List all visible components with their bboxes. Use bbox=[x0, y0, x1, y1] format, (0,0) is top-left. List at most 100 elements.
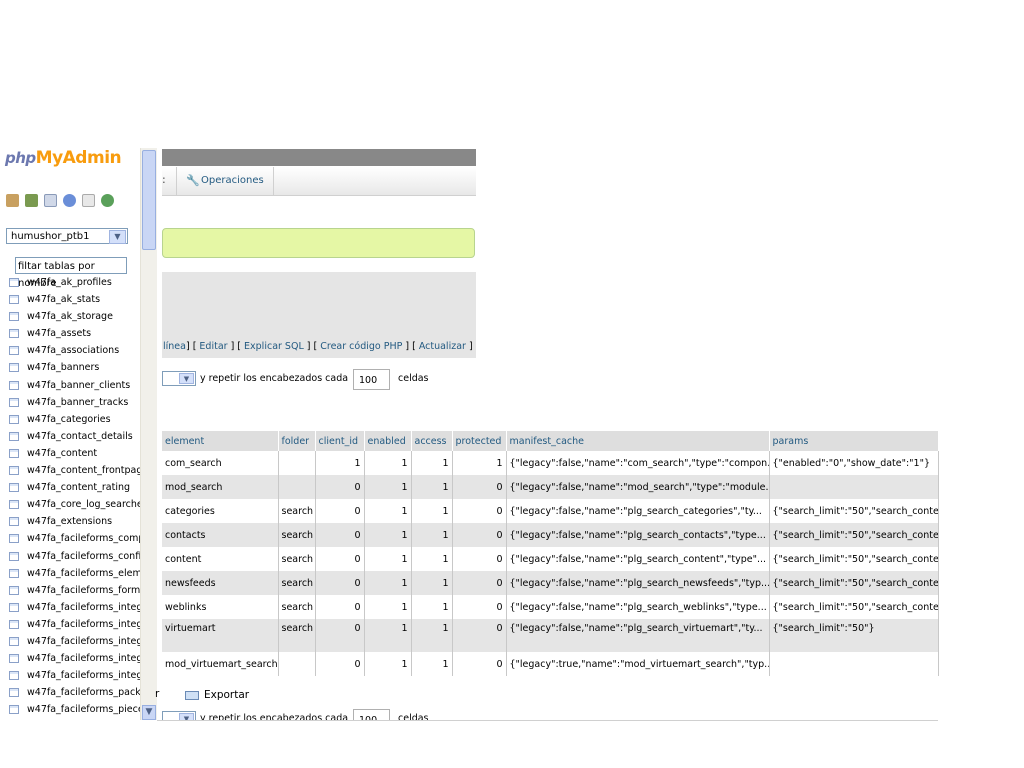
table-icon[interactable] bbox=[9, 483, 19, 493]
table-list-item[interactable]: w47fa_facileforms_integ bbox=[0, 650, 140, 667]
table-icon[interactable] bbox=[9, 671, 19, 681]
column-header-client-id[interactable]: client_id bbox=[315, 431, 365, 451]
phpmyadmin-logo[interactable]: phpMyAdmin bbox=[5, 148, 122, 168]
table-icon[interactable] bbox=[9, 636, 19, 646]
table-row[interactable]: weblinks search 0 1 1 0 {"legacy":false,"name"… bbox=[162, 595, 939, 619]
table-name-link[interactable]: w47fa_ak_storage bbox=[27, 308, 113, 325]
table-list-item[interactable]: w47fa_content bbox=[0, 445, 140, 462]
scrollbar-thumb[interactable] bbox=[142, 150, 156, 250]
table-icon[interactable] bbox=[9, 397, 19, 407]
table-row[interactable]: newsfeeds search 0 1 1 0 {"legacy":false,"name… bbox=[162, 571, 939, 595]
table-icon[interactable] bbox=[9, 517, 19, 527]
table-name-link[interactable]: w47fa_ak_profiles bbox=[27, 274, 112, 291]
inline-edit-link[interactable]: línea bbox=[163, 341, 186, 352]
table-name-link[interactable]: w47fa_facileforms_comp bbox=[27, 530, 140, 547]
column-header-protected[interactable]: protected bbox=[452, 431, 507, 451]
table-icon[interactable] bbox=[9, 431, 19, 441]
table-name-link[interactable]: w47fa_facileforms_elem bbox=[27, 565, 140, 582]
table-row[interactable]: contacts search 0 1 1 0 {"legacy":false,"name"… bbox=[162, 523, 939, 547]
table-icon[interactable] bbox=[9, 278, 19, 287]
table-icon[interactable] bbox=[9, 602, 19, 612]
table-list-item[interactable]: w47fa_facileforms_elem bbox=[0, 565, 140, 582]
tab-fragment[interactable]: : bbox=[162, 173, 166, 186]
navigation-scrollbar[interactable]: ▼ bbox=[140, 148, 157, 720]
docs-icon[interactable] bbox=[82, 194, 95, 207]
table-name-link[interactable]: w47fa_extensions bbox=[27, 513, 112, 530]
query-window-icon[interactable] bbox=[44, 194, 57, 207]
help-icon[interactable] bbox=[63, 194, 76, 207]
table-name-link[interactable]: w47fa_facileforms_integ bbox=[27, 650, 140, 667]
table-list-item[interactable]: w47fa_facileforms_comp bbox=[0, 530, 140, 547]
table-icon[interactable] bbox=[9, 500, 19, 510]
table-list-item[interactable]: w47fa_facileforms_integ bbox=[0, 667, 140, 684]
table-list-item[interactable]: w47fa_ak_storage bbox=[0, 308, 140, 325]
table-name-link[interactable]: w47fa_associations bbox=[27, 342, 119, 359]
chevron-down-icon[interactable]: ▼ bbox=[109, 230, 126, 244]
table-row[interactable]: categories search 0 1 1 0 {"legacy":false,"nam… bbox=[162, 499, 939, 523]
table-icon[interactable] bbox=[9, 551, 19, 561]
table-row[interactable]: mod_virtuemart_search 0 1 1 0 {"legacy":true,… bbox=[162, 652, 939, 676]
table-row[interactable]: content search 0 1 1 0 {"legacy":false,"name":… bbox=[162, 547, 939, 571]
table-name-link[interactable]: w47fa_banners bbox=[27, 359, 99, 376]
table-name-link[interactable]: w47fa_categories bbox=[27, 411, 111, 428]
table-name-link[interactable]: w47fa_facileforms_pack bbox=[27, 684, 140, 701]
table-list-item[interactable]: w47fa_ak_profiles bbox=[0, 274, 140, 291]
table-list-item[interactable]: w47fa_ak_stats bbox=[0, 291, 140, 308]
table-list-item[interactable]: w47fa_core_log_searche bbox=[0, 496, 140, 513]
table-icon[interactable] bbox=[9, 329, 19, 339]
edit-link[interactable]: Editar bbox=[199, 341, 227, 352]
create-php-code-link[interactable]: Crear código PHP bbox=[320, 341, 402, 352]
explain-sql-link[interactable]: Explicar SQL bbox=[244, 341, 304, 352]
display-mode-select[interactable]: ▼ bbox=[162, 371, 196, 386]
column-header-enabled[interactable]: enabled bbox=[364, 431, 412, 451]
table-row[interactable]: mod_search 0 1 1 0 {"legacy":false,"name":"mo… bbox=[162, 475, 939, 499]
reload-icon[interactable] bbox=[101, 194, 114, 207]
table-name-link[interactable]: w47fa_banner_tracks bbox=[27, 394, 128, 411]
table-name-link[interactable]: w47fa_content_frontpag bbox=[27, 462, 140, 479]
table-icon[interactable] bbox=[9, 312, 19, 322]
table-list-item[interactable]: w47fa_facileforms_pack bbox=[0, 684, 140, 701]
home-icon[interactable] bbox=[6, 194, 19, 207]
table-list-item[interactable]: w47fa_associations bbox=[0, 342, 140, 359]
table-icon[interactable] bbox=[9, 534, 19, 544]
table-icon[interactable] bbox=[9, 585, 19, 595]
table-list-item[interactable]: w47fa_facileforms_piece bbox=[0, 701, 140, 718]
table-icon[interactable] bbox=[9, 466, 19, 476]
exit-icon[interactable] bbox=[25, 194, 38, 207]
table-filter-input[interactable]: filtar tablas por nombre bbox=[15, 257, 127, 289]
column-header-access[interactable]: access bbox=[411, 431, 453, 451]
table-list-item[interactable]: w47fa_categories bbox=[0, 411, 140, 428]
chevron-down-icon[interactable]: ▼ bbox=[179, 373, 194, 384]
table-name-link[interactable]: w47fa_facileforms_form bbox=[27, 582, 140, 599]
table-name-link[interactable]: w47fa_facileforms_integ bbox=[27, 599, 140, 616]
table-icon[interactable] bbox=[9, 363, 19, 373]
export-link[interactable]: Exportar bbox=[204, 689, 249, 701]
table-name-link[interactable]: w47fa_facileforms_integ bbox=[27, 667, 140, 684]
table-icon[interactable] bbox=[9, 568, 19, 578]
table-name-link[interactable]: w47fa_facileforms_integ bbox=[27, 616, 140, 633]
repeat-headers-input[interactable]: 100 bbox=[353, 369, 390, 390]
table-icon[interactable] bbox=[9, 346, 19, 356]
table-list-item[interactable]: w47fa_content_rating bbox=[0, 479, 140, 496]
table-name-link[interactable]: w47fa_core_log_searche bbox=[27, 496, 140, 513]
table-row[interactable]: virtuemart search 0 1 1 0 {"legacy":false,"nam… bbox=[162, 619, 939, 652]
refresh-link[interactable]: Actualizar bbox=[419, 341, 466, 352]
table-list-item[interactable]: w47fa_facileforms_integ bbox=[0, 599, 140, 616]
table-list-item[interactable]: w47fa_extensions bbox=[0, 513, 140, 530]
scroll-down-arrow-icon[interactable]: ▼ bbox=[142, 705, 156, 720]
table-icon[interactable] bbox=[9, 380, 19, 390]
table-list-item[interactable]: w47fa_facileforms_integ bbox=[0, 633, 140, 650]
table-list-item[interactable]: w47fa_banner_clients bbox=[0, 377, 140, 394]
table-icon[interactable] bbox=[9, 295, 19, 305]
database-select[interactable]: humushor_ptb1 ▼ bbox=[6, 228, 128, 244]
table-list-item[interactable]: w47fa_assets bbox=[0, 325, 140, 342]
export-icon[interactable] bbox=[185, 691, 199, 700]
table-name-link[interactable]: w47fa_facileforms_piece bbox=[27, 701, 140, 718]
table-icon[interactable] bbox=[9, 448, 19, 458]
tab-operations[interactable]: 🔧 Operaciones bbox=[176, 167, 274, 195]
table-icon[interactable] bbox=[9, 688, 19, 698]
table-name-link[interactable]: w47fa_facileforms_confi bbox=[27, 548, 140, 565]
table-name-link[interactable]: w47fa_banner_clients bbox=[27, 377, 130, 394]
table-list-item[interactable]: w47fa_banners bbox=[0, 359, 140, 376]
table-list-item[interactable]: w47fa_facileforms_form bbox=[0, 582, 140, 599]
